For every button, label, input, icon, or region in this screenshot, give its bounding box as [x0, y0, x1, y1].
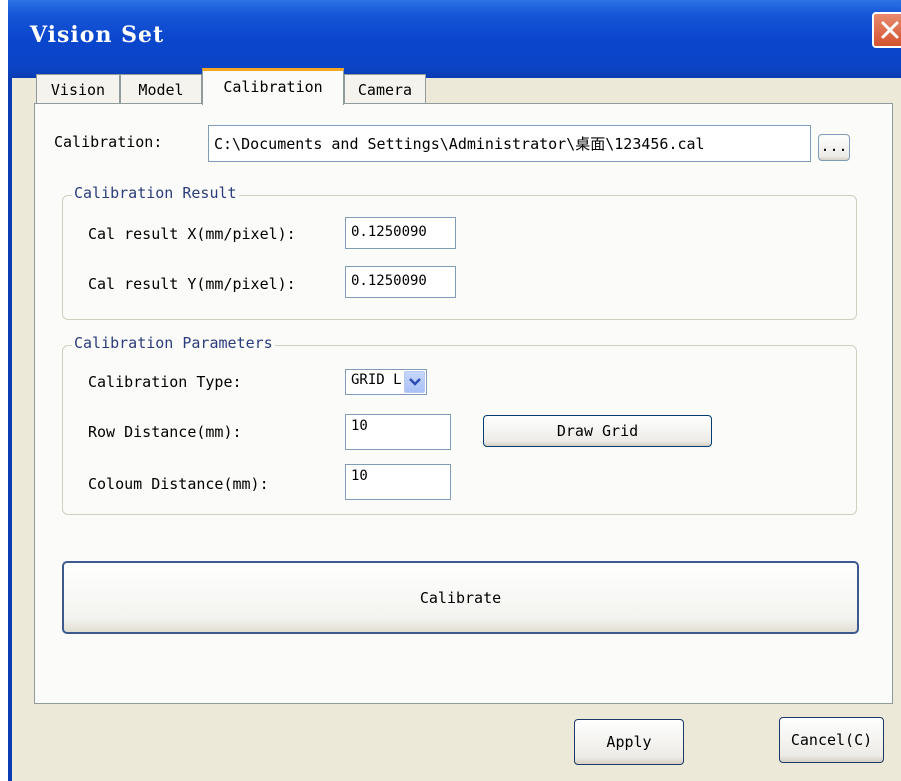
cal-result-y-label: Cal result Y(mm/pixel):: [88, 275, 296, 293]
chevron-down-icon: [409, 378, 421, 386]
calibration-type-label: Calibration Type:: [88, 373, 242, 391]
calibration-result-group: [62, 195, 857, 320]
browse-button[interactable]: ...: [818, 134, 850, 161]
cal-result-x-label: Cal result X(mm/pixel):: [88, 225, 296, 243]
calibration-file-label: Calibration:: [54, 133, 163, 151]
row-distance-field[interactable]: 10: [345, 414, 451, 450]
calibration-file-path-field[interactable]: C:\Documents and Settings\Administrator\…: [208, 125, 811, 162]
cal-result-y-field[interactable]: 0.1250090: [345, 266, 456, 298]
calibration-result-group-title: Calibration Result: [72, 184, 239, 202]
close-button[interactable]: [872, 12, 901, 48]
vision-set-dialog: Vision Set Vision Model Calibration Came…: [8, 0, 901, 781]
draw-grid-button[interactable]: Draw Grid: [483, 415, 712, 447]
column-distance-field[interactable]: 10: [345, 464, 451, 500]
apply-button[interactable]: Apply: [574, 719, 684, 765]
tab-model[interactable]: Model: [120, 74, 202, 104]
tab-vision[interactable]: Vision: [36, 74, 120, 104]
calibration-type-dropdown-button[interactable]: [404, 371, 425, 393]
window-title: Vision Set: [30, 22, 165, 48]
row-distance-label: Row Distance(mm):: [88, 423, 242, 441]
cal-result-x-field[interactable]: 0.1250090: [345, 217, 456, 249]
calibrate-button[interactable]: Calibrate: [62, 561, 859, 634]
column-distance-label: Coloum Distance(mm):: [88, 475, 269, 493]
cancel-button[interactable]: Cancel(C): [779, 717, 884, 763]
close-x-icon: [881, 21, 899, 39]
title-bar[interactable]: Vision Set: [8, 0, 901, 78]
window-frame: [8, 78, 12, 781]
tab-camera[interactable]: Camera: [344, 74, 426, 104]
calibration-parameters-group-title: Calibration Parameters: [72, 334, 275, 352]
tab-calibration[interactable]: Calibration: [202, 68, 344, 105]
